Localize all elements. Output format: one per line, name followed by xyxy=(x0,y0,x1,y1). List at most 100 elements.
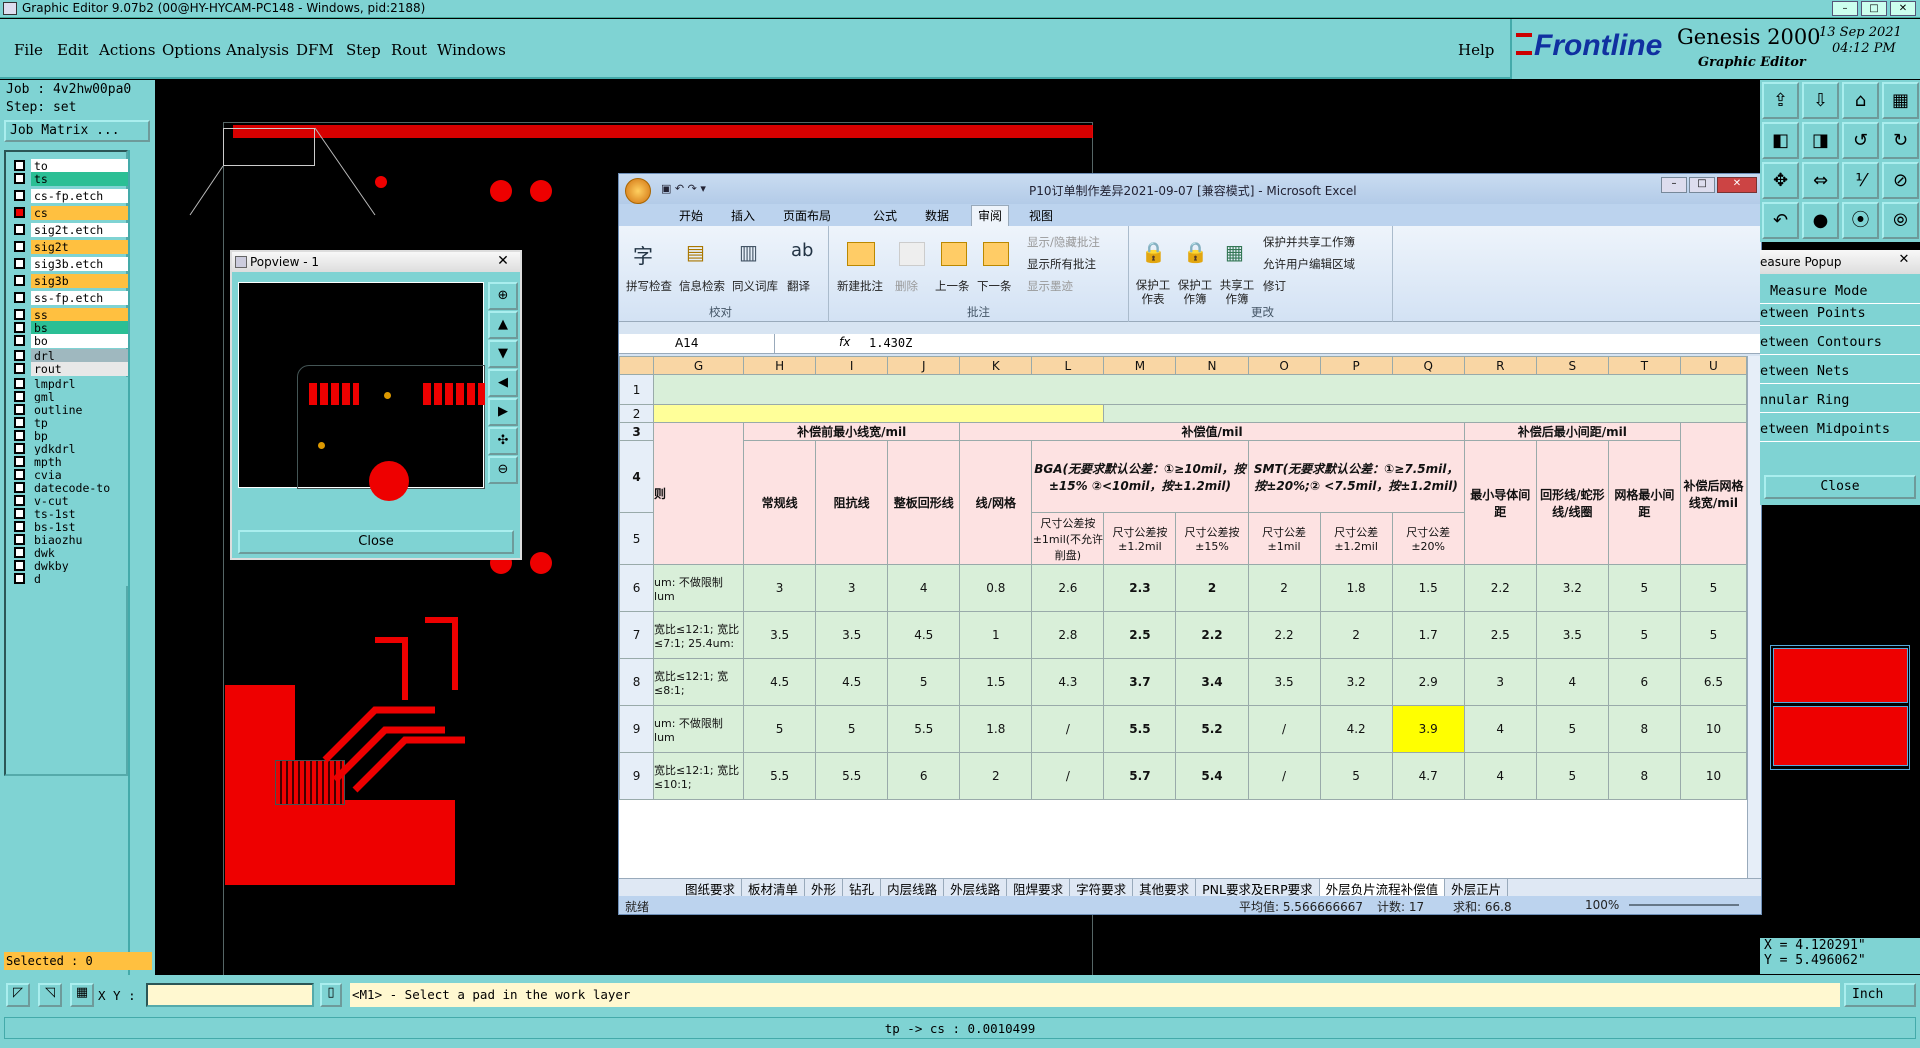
ribbon-tab[interactable]: 公式 xyxy=(867,207,903,224)
layer-name[interactable]: sig2t xyxy=(31,239,130,254)
cell[interactable]: 2.5 xyxy=(1103,611,1177,659)
cell[interactable]: 2 xyxy=(959,752,1033,800)
next-comment-button[interactable]: 下一条 xyxy=(977,278,1012,294)
tool-icon[interactable]: ▦ xyxy=(1882,82,1919,119)
layer-checkbox[interactable] xyxy=(14,160,25,171)
cell[interactable]: 4 xyxy=(1463,705,1537,753)
maximize-button[interactable]: □ xyxy=(1861,1,1887,16)
menu-windows[interactable]: Windows xyxy=(437,41,506,59)
row-header[interactable]: 2 xyxy=(619,404,655,423)
measure-annular-ring[interactable]: nnular Ring xyxy=(1760,387,1920,413)
job-matrix-button[interactable]: Job Matrix ... xyxy=(4,120,150,142)
spell-check-button[interactable]: 拼写检查 xyxy=(626,278,672,294)
popview-canvas[interactable] xyxy=(238,282,485,501)
vertical-scrollbar[interactable] xyxy=(1747,356,1761,878)
cell[interactable]: 3.5 xyxy=(743,611,817,659)
row-header[interactable]: 9 xyxy=(619,752,655,800)
measure-close-button[interactable]: Close xyxy=(1764,475,1916,499)
cell[interactable]: / xyxy=(1247,705,1321,753)
layer-checkbox[interactable] xyxy=(14,534,25,545)
ribbon-tab[interactable]: 视图 xyxy=(1023,207,1059,224)
cell[interactable]: 5 xyxy=(1607,611,1681,659)
sheet-area[interactable]: G H I J K L M N O P Q R S T U 1 2 3 则补偿前最小线宽/mil 补偿值/mil 补偿后… xyxy=(619,356,1747,878)
column-header[interactable]: H xyxy=(743,356,817,375)
layer-row[interactable]: ts xyxy=(14,171,130,186)
popview-close-button[interactable]: Close xyxy=(238,530,514,554)
layer-name[interactable]: cs xyxy=(31,205,130,220)
row-header[interactable]: 1 xyxy=(619,374,655,405)
layer-checkbox[interactable] xyxy=(14,275,25,286)
layer-checkbox[interactable] xyxy=(14,378,25,389)
thesaurus-button[interactable]: 同义词库 xyxy=(732,278,778,294)
layer-name[interactable]: sig2t.etch xyxy=(31,222,130,237)
formula-input[interactable]: 1.430Z xyxy=(869,334,912,353)
popview-pan-right-icon[interactable]: ▶ xyxy=(488,398,518,426)
layer-name[interactable]: sig3b.etch xyxy=(31,256,130,271)
cell[interactable]: 2.5 xyxy=(1463,611,1537,659)
cell[interactable]: / xyxy=(1031,752,1105,800)
sheet-tab[interactable]: 钻孔 xyxy=(843,879,882,896)
layer-checkbox[interactable] xyxy=(14,335,25,346)
ribbon-tab[interactable]: 审阅 xyxy=(971,205,1010,226)
header-cell[interactable]: 尺寸公差按±1.2mil xyxy=(1103,512,1177,565)
cell[interactable]: 6 xyxy=(887,752,961,800)
cell[interactable]: 8 xyxy=(1607,705,1681,753)
layer-name[interactable]: rout xyxy=(31,361,130,376)
cell[interactable]: / xyxy=(1031,705,1105,753)
sheet-tab[interactable]: PNL要求及ERP要求 xyxy=(1196,879,1320,896)
menu-actions[interactable]: Actions xyxy=(99,41,155,59)
layer-checkbox[interactable] xyxy=(14,292,25,303)
header-cell[interactable]: 尺寸公差按±1mil(不允许削盘) xyxy=(1031,512,1105,565)
cell[interactable]: 2 xyxy=(1247,564,1321,612)
layer-row[interactable]: sig3b.etch xyxy=(14,256,130,271)
column-header[interactable]: O xyxy=(1247,356,1321,375)
excel-close-button[interactable]: ✕ xyxy=(1717,177,1757,193)
cell[interactable]: 5.5 xyxy=(887,705,961,753)
cell[interactable]: 宽比≤12:1; 宽≤8:1; xyxy=(653,658,745,706)
layer-checkbox[interactable] xyxy=(14,363,25,374)
measure-close-icon[interactable]: ✕ xyxy=(1890,252,1918,272)
cell[interactable]: 4 xyxy=(1463,752,1537,800)
ribbon-tab[interactable]: 开始 xyxy=(673,207,709,224)
row-header[interactable]: 5 xyxy=(619,512,655,565)
layer-row[interactable]: cs-fp.etch xyxy=(14,188,130,203)
layer-row[interactable]: sig2t.etch xyxy=(14,222,130,237)
cell[interactable]: 4.3 xyxy=(1031,658,1105,706)
sheet-tab[interactable]: 外层负片流程补偿值 xyxy=(1319,879,1446,896)
sheet-tab[interactable]: 外形 xyxy=(805,879,844,896)
cell[interactable]: 5 xyxy=(1319,752,1393,800)
prev-comment-button[interactable]: 上一条 xyxy=(935,278,970,294)
cell[interactable]: 5.5 xyxy=(743,752,817,800)
header-cell[interactable]: 尺寸公差±1mil xyxy=(1247,512,1321,565)
layer-row[interactable]: cs xyxy=(14,205,130,220)
layer-checkbox[interactable] xyxy=(14,547,25,558)
sheet-tab[interactable]: 其他要求 xyxy=(1133,879,1197,896)
layer-checkbox[interactable] xyxy=(14,322,25,333)
cell[interactable]: 5 xyxy=(815,705,889,753)
cell[interactable]: 1.7 xyxy=(1391,611,1465,659)
menu-dfm[interactable]: DFM xyxy=(296,41,334,59)
tool-icon[interactable]: ⇔ xyxy=(1802,162,1839,199)
allow-edit-ranges[interactable]: 允许用户编辑区域 xyxy=(1263,256,1355,272)
cell[interactable]: 2 xyxy=(1175,564,1249,612)
cell[interactable]: 1.8 xyxy=(959,705,1033,753)
cell[interactable]: 5.2 xyxy=(1175,705,1249,753)
cell[interactable]: 4.5 xyxy=(887,611,961,659)
cell[interactable]: 0.8 xyxy=(959,564,1033,612)
header-cell[interactable]: 常规线 xyxy=(743,440,817,565)
cell[interactable]: 2 xyxy=(1319,611,1393,659)
cell[interactable]: 3.5 xyxy=(1535,611,1609,659)
zoom-slider[interactable] xyxy=(1629,904,1739,906)
column-header[interactable]: N xyxy=(1175,356,1249,375)
quick-access-icons[interactable]: ▣ ↶ ↷ ▾ xyxy=(661,182,706,195)
cell[interactable]: um: 不做限制 lum xyxy=(653,564,745,612)
layer-checkbox[interactable] xyxy=(14,190,25,201)
tool-icon[interactable]: ⅟ xyxy=(1842,162,1879,199)
layer-checkbox[interactable] xyxy=(14,456,25,467)
cell[interactable]: 5 xyxy=(1535,705,1609,753)
cell[interactable]: 4 xyxy=(1535,658,1609,706)
grid-icon[interactable]: ▦ xyxy=(70,983,94,1007)
popview-zoom-out-icon[interactable]: ⊖ xyxy=(488,456,518,484)
show-hide-comment[interactable]: 显示/隐藏批注 xyxy=(1027,234,1100,250)
protect-workbook-button[interactable]: 保护工作簿 xyxy=(1177,278,1213,306)
